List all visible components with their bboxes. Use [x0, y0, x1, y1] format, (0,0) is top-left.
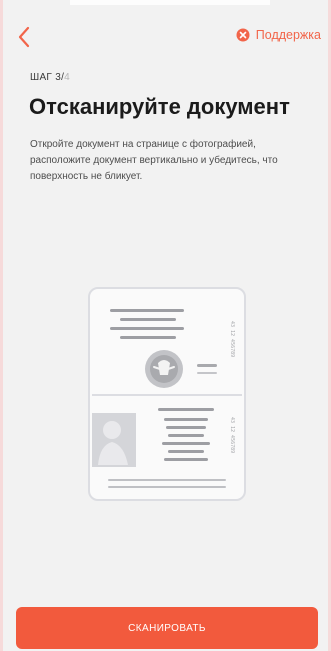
scan-document-screen: Поддержка ШАГ 3/4 Отсканируйте документ … [0, 0, 331, 651]
left-edge [0, 0, 3, 651]
scan-button-label: СКАНИРОВАТЬ [128, 622, 206, 634]
support-link[interactable]: Поддержка [236, 28, 321, 42]
back-button[interactable] [10, 22, 38, 52]
support-label: Поддержка [255, 28, 321, 42]
step-total: 4 [64, 72, 71, 83]
svg-text:43 12 456789: 43 12 456789 [229, 321, 235, 357]
page-title: Отсканируйте документ [29, 94, 290, 119]
passport-illustration: 43 12 456789 43 12 456789 [88, 287, 246, 501]
svg-text:43 12 456789: 43 12 456789 [229, 417, 235, 453]
step-indicator: ШАГ 3/4 [30, 72, 70, 83]
support-close-icon [236, 28, 250, 42]
top-strip [70, 0, 270, 5]
step-label: ШАГ 3/ [30, 72, 65, 83]
chevron-left-icon [18, 26, 30, 48]
instruction-text: Откройте документ на странице с фотограф… [30, 139, 278, 182]
scan-button[interactable]: СКАНИРОВАТЬ [16, 607, 318, 649]
